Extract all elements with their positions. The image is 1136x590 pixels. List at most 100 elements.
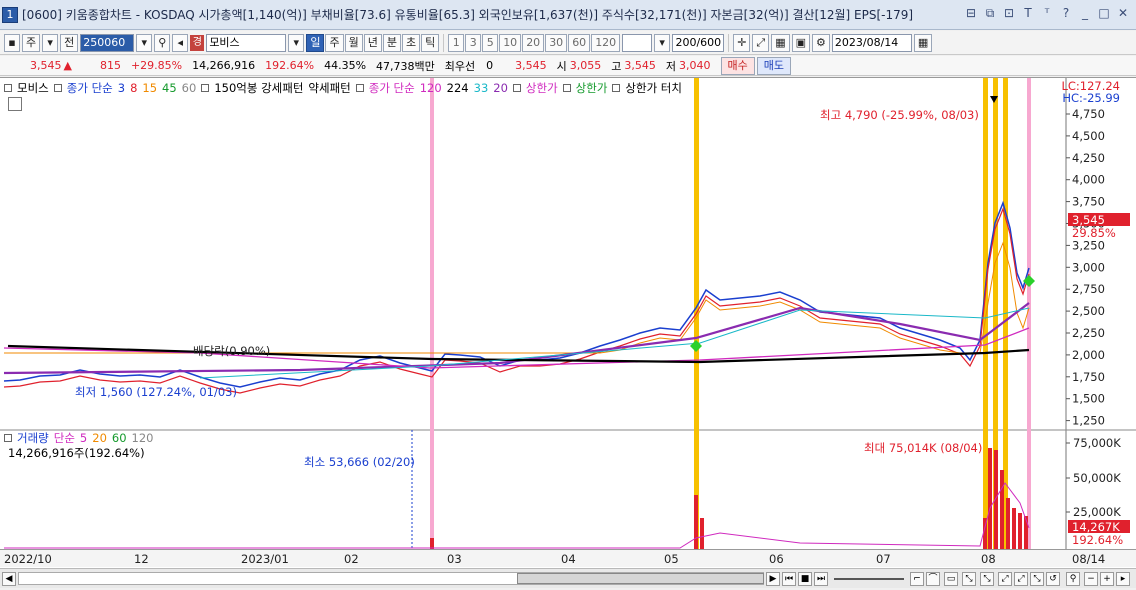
play-forward-icon[interactable]: ⏭ (814, 572, 828, 586)
period-number-tab[interactable]: 30 (545, 33, 568, 52)
price-axis-label: 4,750 (1072, 107, 1105, 121)
scroll-end-icon[interactable]: ▸ (1116, 572, 1130, 586)
legend-ma-8: 8 (130, 81, 138, 95)
x-axis-label: 08/14 (1072, 552, 1106, 566)
period-tab[interactable]: 분 (382, 33, 401, 52)
volume-bar (1012, 508, 1016, 550)
legend-box-icon[interactable] (4, 84, 12, 92)
calendar-icon[interactable]: ▦ (913, 33, 933, 52)
scroll-track[interactable] (18, 572, 764, 585)
name-dropdown-icon[interactable]: ▾ (288, 33, 305, 52)
period-tab[interactable]: 초 (401, 33, 421, 52)
volume-current: 14,266,916주(192.64%) (8, 446, 145, 460)
period-number-tab[interactable]: 20 (522, 33, 545, 52)
sound-icon[interactable]: ◂ (172, 33, 189, 52)
price-chart-svg: 4,7504,5004,2504,0003,7503,5003,2503,000… (0, 78, 1136, 550)
tool-7-icon[interactable]: ⤢ (1014, 572, 1028, 586)
maximize-icon[interactable]: □ (1097, 6, 1111, 20)
zoom-search-icon[interactable]: ⚲ (1066, 572, 1080, 586)
scroll-thumb[interactable] (517, 573, 764, 584)
price-axis-label: 2,250 (1072, 326, 1105, 340)
period-tab[interactable]: 틱 (421, 33, 440, 52)
pattern-diamond-icon (1023, 275, 1035, 287)
volume-bar (700, 518, 704, 550)
zoom-in-icon[interactable]: + (1100, 572, 1114, 586)
settings-icon[interactable]: ⚙ (812, 33, 830, 52)
tool-print-icon[interactable]: ▦ (771, 33, 790, 52)
period-number-tab[interactable]: 120 (591, 33, 621, 52)
minimize-icon[interactable]: _ (1078, 6, 1092, 20)
scroll-left-icon[interactable]: ◀ (2, 572, 16, 586)
stock-name-input[interactable]: 모비스 (206, 33, 287, 52)
x-axis-label: 2022/10 (4, 552, 52, 566)
legend-ma-33: 33 (473, 81, 489, 95)
low-label: 저 (665, 59, 677, 73)
font-icon[interactable]: T (1021, 6, 1035, 20)
menu-toggle-button[interactable]: ▪ (4, 33, 20, 52)
chart-area[interactable]: 4,7504,5004,2504,0003,7503,5003,2503,000… (0, 77, 1136, 570)
x-axis-label: 04 (561, 552, 576, 566)
restore-icon[interactable]: ⧉ (983, 6, 997, 20)
tool-9-icon[interactable]: ↺ (1046, 572, 1060, 586)
volume-ma-5: 5 (79, 431, 88, 445)
volume-bar (988, 448, 992, 550)
scroll-right-icon[interactable]: ▶ (766, 572, 780, 586)
tool-chart-icon[interactable]: ⤢ (752, 33, 770, 52)
legend-ma-120: 120 (419, 81, 442, 95)
prev-button[interactable]: 전 (60, 33, 79, 52)
tool-2-icon[interactable]: ⌒ (926, 572, 940, 586)
period-number-tab[interactable]: 1 (448, 33, 465, 52)
x-axis-label: 12 (134, 552, 149, 566)
grid-toggle-icon[interactable] (8, 97, 22, 111)
tool-1-icon[interactable]: ⌐ (910, 572, 924, 586)
stock-code-input[interactable]: 250060 (80, 33, 135, 52)
custom-dropdown-icon[interactable]: ▾ (654, 33, 671, 52)
legend-limit-up-2: 상한가 (575, 81, 608, 95)
font-size-icon[interactable]: ᵀ (1040, 6, 1054, 20)
period-tab[interactable]: 월 (344, 33, 363, 52)
date-input[interactable]: 2023/08/14 (831, 33, 912, 52)
tool-5-icon[interactable]: ⤡ (980, 572, 994, 586)
tool-4-icon[interactable]: ⤡ (962, 572, 976, 586)
chart-scrollbar[interactable]: ◀ ▶ ⏮ ■ ⏭ ⌐ ⌒ ▭ ⤡ ⤡ ⤢ ⤢ ⤡ ↺ ⚲ − + ▸ (0, 568, 1136, 588)
period-number-tab[interactable]: 10 (499, 33, 522, 52)
tile-icon[interactable]: ⊟ (964, 6, 978, 20)
bar-count-input[interactable]: 200/600 (672, 33, 725, 52)
buy-button[interactable]: 매수 (720, 56, 755, 75)
save-icon[interactable]: ▣ (791, 33, 811, 52)
tool-3-icon[interactable]: ▭ (944, 572, 958, 586)
legend-limit-up: 상한가 (525, 81, 558, 95)
period-number-tab[interactable]: 3 (465, 33, 482, 52)
period-tab[interactable]: 주 (325, 33, 344, 52)
search-icon[interactable]: ⚲ (154, 33, 171, 52)
help-icon[interactable]: ? (1059, 6, 1073, 20)
x-axis-label: 08 (981, 552, 996, 566)
play-back-icon[interactable]: ⏮ (782, 572, 796, 586)
period-tab[interactable]: 일 (306, 33, 325, 52)
zoom-out-icon[interactable]: − (1084, 572, 1098, 586)
period-number-tab[interactable]: 5 (482, 33, 499, 52)
dropdown-icon[interactable]: ▾ (42, 33, 59, 52)
code-dropdown-icon[interactable]: ▾ (136, 33, 153, 52)
tool-6-icon[interactable]: ⤢ (998, 572, 1012, 586)
pref-value: 0 (486, 59, 494, 72)
tool-crosshair-icon[interactable]: ✛ (733, 33, 751, 52)
period-number-tabs: 1 3 5 10 20 30 60 120 (448, 33, 621, 52)
lock-icon[interactable]: ⊡ (1002, 6, 1016, 20)
window-controls: ⊟ ⧉ ⊡ T ᵀ ? _ □ ✕ (964, 6, 1130, 20)
period-main-select[interactable]: 주 (22, 33, 41, 52)
close-icon[interactable]: ✕ (1116, 6, 1130, 20)
ma33-line (199, 307, 1030, 379)
volume-ratio: 192.64% (265, 59, 315, 72)
period-number-tab[interactable]: 60 (568, 33, 591, 52)
custom-number-input[interactable] (622, 33, 653, 52)
price-axis-label: 4,500 (1072, 129, 1105, 143)
sell-button[interactable]: 매도 (756, 56, 792, 75)
quote-bar: 3,545 ▲ 815 +29.85% 14,266,916 192.64% 4… (0, 56, 1136, 76)
stop-icon[interactable]: ■ (798, 572, 812, 586)
price-axis-label: 3,250 (1072, 238, 1105, 252)
legend-pattern-weak: 약세패턴 (308, 81, 351, 95)
period-tab[interactable]: 년 (363, 33, 382, 52)
tool-8-icon[interactable]: ⤡ (1030, 572, 1044, 586)
zoom-slider[interactable] (834, 578, 904, 580)
